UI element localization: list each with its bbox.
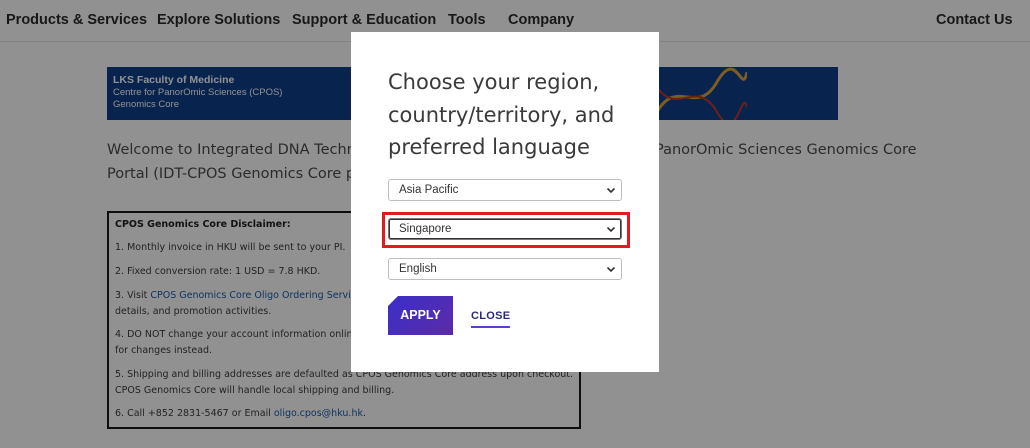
page: Products & Services Explore Solutions Su… [0,0,1030,448]
language-select-value: English [399,263,437,275]
modal-title-line-2: country/territory, and [388,102,615,127]
close-button[interactable]: CLOSE [471,310,510,322]
modal-title-line-3: preferred language [388,135,590,159]
modal-title-line-1: Choose your region, [388,70,600,94]
region-select[interactable]: Asia Pacific [388,179,622,201]
country-select-highlight [382,212,630,248]
modal-title: Choose your region, country/territory, a… [388,66,628,164]
region-select-value: Asia Pacific [399,184,459,196]
apply-button[interactable]: APPLY [388,296,453,335]
close-underline [471,326,510,328]
apply-button-label: APPLY [400,308,441,322]
region-language-modal: Choose your region, country/territory, a… [351,32,659,372]
chevron-down-icon [606,266,616,273]
chevron-down-icon [606,187,616,194]
language-select[interactable]: English [388,258,622,280]
